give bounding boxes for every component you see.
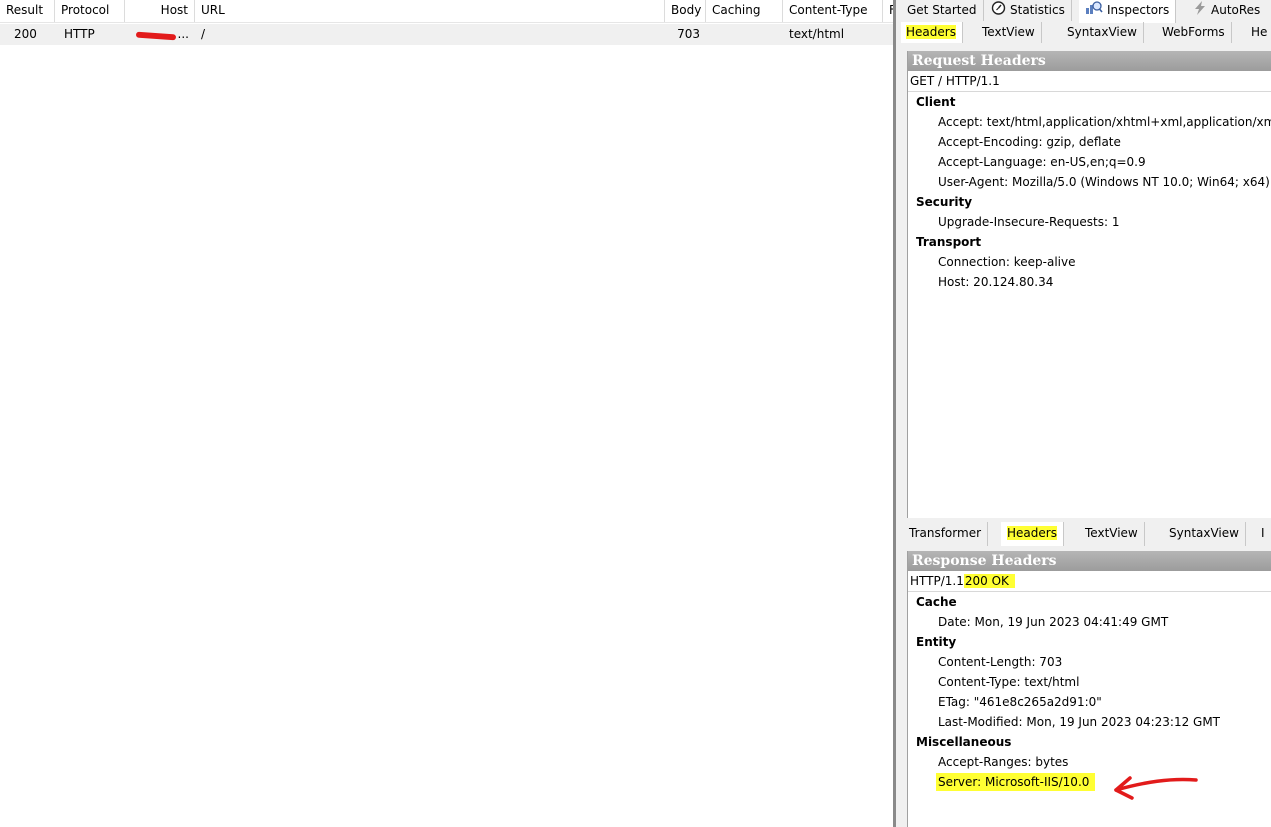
response-tab-textview[interactable]: TextView [1079, 522, 1145, 546]
request-tab-textview[interactable]: TextView [976, 22, 1042, 43]
request-tabs: Headers TextView SyntaxView WebForms He [901, 22, 1271, 44]
request-tab-syntaxview[interactable]: SyntaxView [1061, 22, 1144, 43]
row-protocol: HTTP [64, 27, 95, 41]
header-upgrade-insecure-requests[interactable]: Upgrade-Insecure-Requests: 1 [908, 212, 1271, 232]
row-caching [706, 24, 783, 45]
header-accept[interactable]: Accept: text/html,application/xhtml+xml,… [908, 112, 1271, 132]
header-group-security[interactable]: Security [908, 192, 1271, 212]
column-process[interactable]: F [883, 0, 893, 22]
tab-statistics[interactable]: Statistics [985, 0, 1072, 21]
request-headers-title: Request Headers [908, 51, 1271, 71]
request-tab-headers[interactable]: Headers [901, 22, 963, 43]
row-body: 703 [677, 27, 700, 41]
session-list: Result Protocol Host URL Body Caching Co… [0, 0, 893, 827]
header-server-highlight: Server: Microsoft-IIS/10.0 [936, 773, 1096, 791]
row-url: / [201, 27, 206, 41]
request-tab-webforms[interactable]: WebForms [1156, 22, 1232, 43]
annotation-arrow-icon [1114, 776, 1198, 800]
header-group-miscellaneous[interactable]: Miscellaneous [908, 732, 1271, 752]
response-tab-more[interactable]: I [1255, 522, 1271, 546]
response-headers-title: Response Headers [908, 551, 1271, 571]
header-user-agent[interactable]: User-Agent: Mozilla/5.0 (Windows NT 10.0… [908, 172, 1271, 192]
header-group-entity[interactable]: Entity [908, 632, 1271, 652]
column-content-type[interactable]: Content-Type [783, 0, 883, 22]
header-accept-language[interactable]: Accept-Language: en-US,en;q=0.9 [908, 152, 1271, 172]
header-server[interactable]: Server: Microsoft-IIS/10.0 [908, 772, 1271, 792]
main-tabs: Get Started Statistics Inspectors AutoRe… [901, 0, 1271, 23]
tab-get-started[interactable]: Get Started [901, 0, 984, 21]
response-headers-panel: Response Headers HTTP/1.1200 OK Cache Da… [907, 551, 1271, 827]
session-row[interactable]: 200 HTTP ... / 703 text/html [0, 24, 893, 45]
response-tabs: Transformer Headers TextView SyntaxView … [901, 522, 1271, 546]
header-accept-encoding[interactable]: Accept-Encoding: gzip, deflate [908, 132, 1271, 152]
tab-autoresponder[interactable]: AutoRes [1187, 0, 1266, 21]
stopwatch-icon [991, 0, 1006, 21]
response-tab-transformer[interactable]: Transformer [903, 522, 989, 546]
lightning-icon [1193, 0, 1207, 21]
header-content-type[interactable]: Content-Type: text/html [908, 672, 1271, 692]
session-list-header: Result Protocol Host URL Body Caching Co… [0, 0, 893, 23]
request-headers-panel: Request Headers GET / HTTP/1.1 Client Ac… [907, 51, 1271, 518]
inspector-pane: Get Started Statistics Inspectors AutoRe… [901, 0, 1271, 827]
column-host[interactable]: Host [125, 0, 195, 22]
row-result: 200 [14, 27, 37, 41]
column-caching[interactable]: Caching [706, 0, 783, 22]
row-content-type: text/html [789, 27, 845, 41]
tab-inspectors[interactable]: Inspectors [1079, 0, 1177, 23]
header-date[interactable]: Date: Mon, 19 Jun 2023 04:41:49 GMT [908, 612, 1271, 632]
response-status-code: 200 OK [963, 574, 1015, 588]
column-url[interactable]: URL [195, 0, 665, 22]
header-group-client[interactable]: Client [908, 92, 1271, 112]
header-content-length[interactable]: Content-Length: 703 [908, 652, 1271, 672]
header-connection[interactable]: Connection: keep-alive [908, 252, 1271, 272]
header-accept-ranges[interactable]: Accept-Ranges: bytes [908, 752, 1271, 772]
request-tab-hex[interactable]: He [1245, 22, 1271, 43]
response-status-line: HTTP/1.1200 OK [908, 571, 1271, 592]
header-group-cache[interactable]: Cache [908, 592, 1271, 612]
magnifier-icon [1085, 0, 1103, 21]
pane-splitter[interactable] [893, 0, 901, 827]
column-result[interactable]: Result [0, 0, 55, 22]
header-group-transport[interactable]: Transport [908, 232, 1271, 252]
header-last-modified[interactable]: Last-Modified: Mon, 19 Jun 2023 04:23:12… [908, 712, 1271, 732]
request-line: GET / HTTP/1.1 [908, 71, 1271, 92]
column-protocol[interactable]: Protocol [55, 0, 125, 22]
response-tab-headers[interactable]: Headers [1001, 522, 1064, 546]
header-host[interactable]: Host: 20.124.80.34 [908, 272, 1271, 292]
header-etag[interactable]: ETag: "461e8c265a2d91:0" [908, 692, 1271, 712]
response-tab-syntaxview[interactable]: SyntaxView [1163, 522, 1246, 546]
column-body[interactable]: Body [665, 0, 706, 22]
